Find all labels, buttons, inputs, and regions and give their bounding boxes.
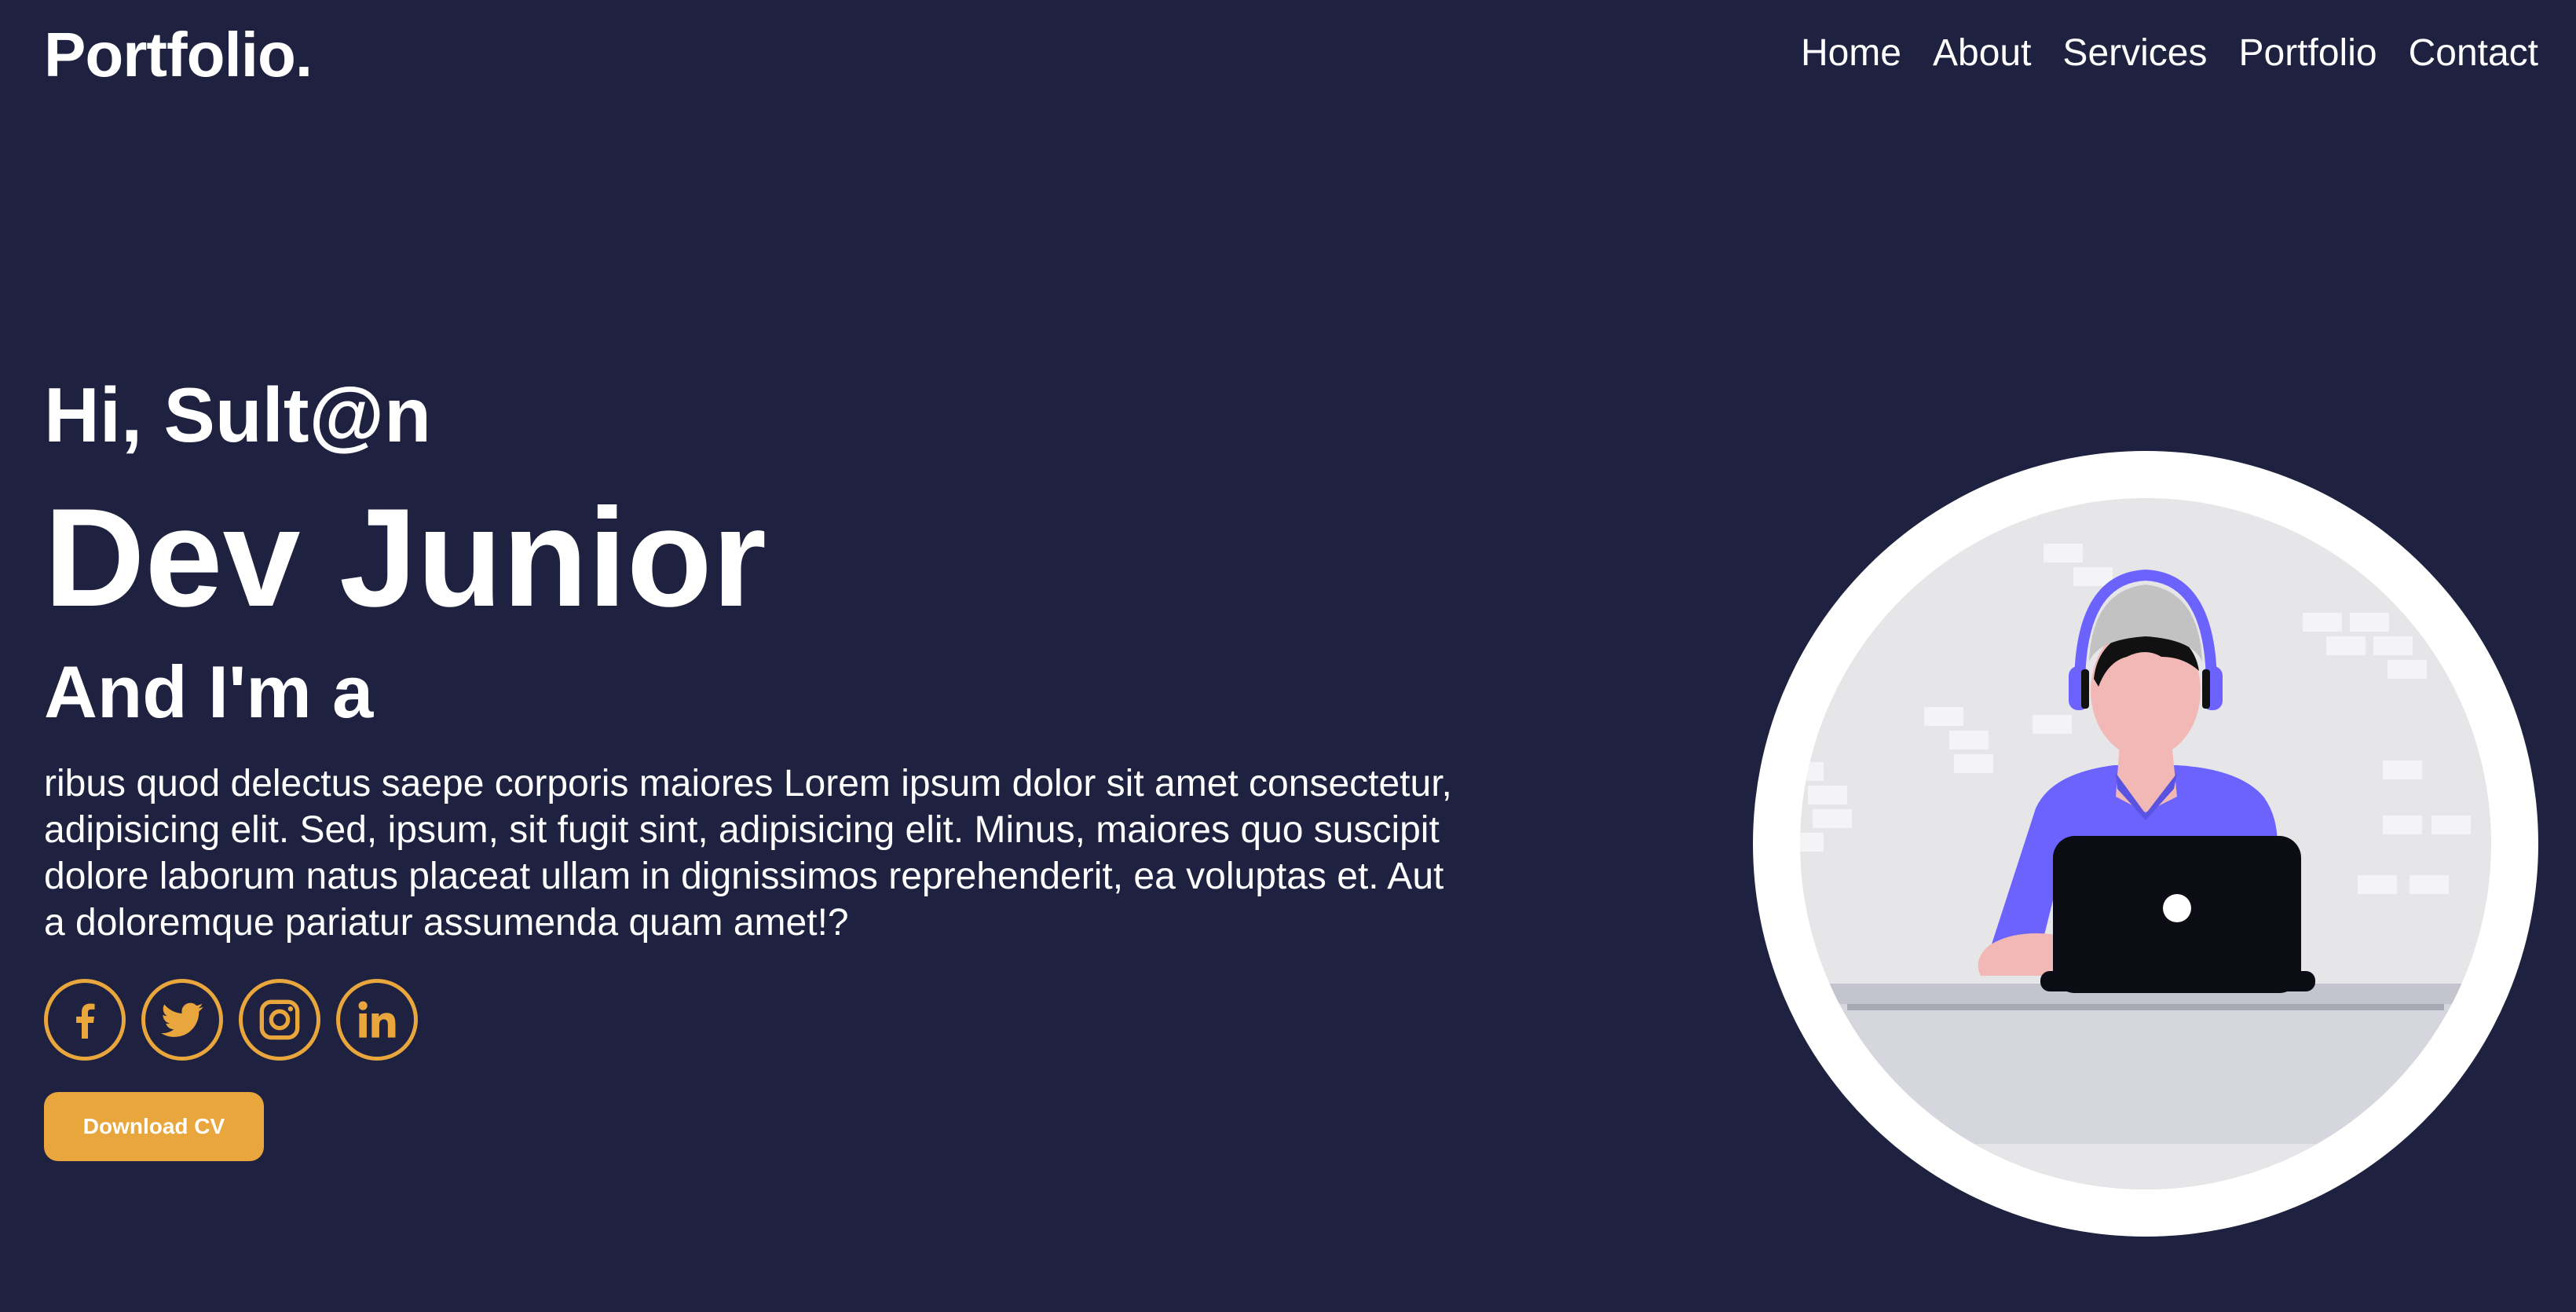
greeting: Hi, Sult@n bbox=[44, 372, 431, 458]
social-links bbox=[44, 979, 1458, 1061]
instagram-icon bbox=[259, 999, 300, 1040]
role-title: Dev Junior bbox=[44, 479, 767, 636]
page: Portfolio. Home About Services Portfolio… bbox=[0, 0, 2576, 1312]
instagram-link[interactable] bbox=[239, 979, 320, 1061]
facebook-link[interactable] bbox=[44, 979, 126, 1061]
facebook-icon bbox=[76, 1003, 95, 1039]
description: ribus quod delectus saepe corporis maior… bbox=[44, 763, 1452, 944]
nav-contact[interactable]: Contact bbox=[2409, 28, 2538, 79]
main-nav: Home About Services Portfolio Contact bbox=[1801, 28, 2538, 79]
nav-about[interactable]: About bbox=[1933, 28, 2031, 79]
logo[interactable]: Portfolio. bbox=[44, 17, 313, 93]
avatar-illustration bbox=[1753, 451, 2538, 1237]
linkedin-link[interactable] bbox=[336, 979, 418, 1061]
nav-home[interactable]: Home bbox=[1801, 28, 1901, 79]
twitter-icon bbox=[161, 1002, 203, 1037]
twitter-link[interactable] bbox=[141, 979, 223, 1061]
nav-portfolio[interactable]: Portfolio bbox=[2238, 28, 2377, 79]
intro-text: And I'm a bbox=[44, 651, 374, 733]
linkedin-icon bbox=[358, 1001, 396, 1038]
hero-section: Hi, Sult@n Dev Junior And I'm a ribus qu… bbox=[44, 368, 1458, 1161]
nav-services[interactable]: Services bbox=[2062, 28, 2207, 79]
download-cv-button[interactable]: Download CV bbox=[44, 1092, 264, 1161]
